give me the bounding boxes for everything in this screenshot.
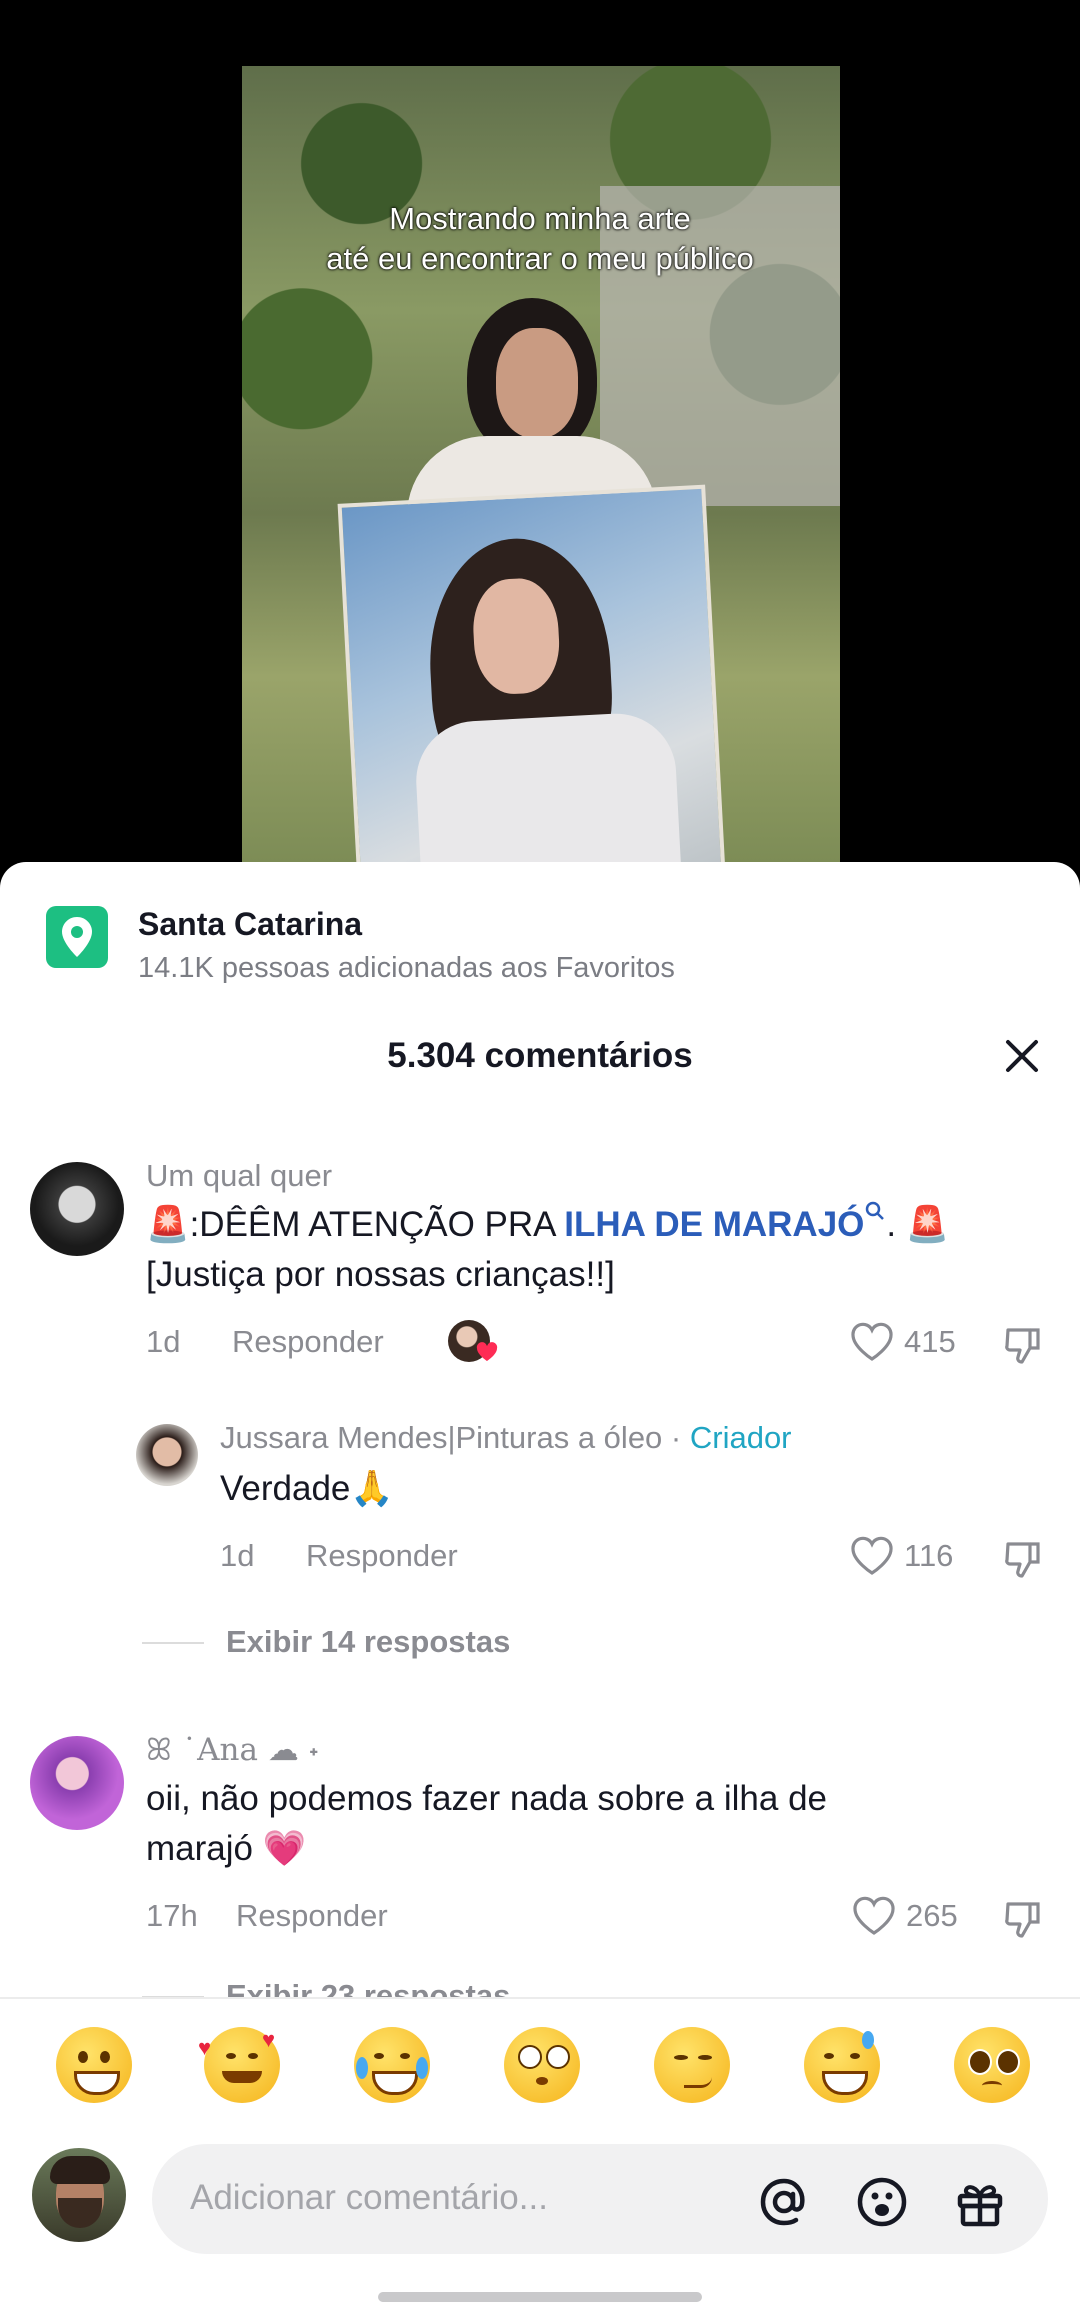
like-button[interactable]: 265: [852, 1896, 958, 1936]
home-indicator[interactable]: [378, 2292, 702, 2302]
favorites-subtitle: 14.1K pessoas adicionadas aos Favoritos: [138, 952, 675, 984]
video-caption-line-1: Mostrando minha arte: [389, 201, 691, 236]
avatar-beard: [58, 2198, 102, 2228]
heart-icon: ♥: [198, 2035, 212, 2060]
heart-badge-icon: [476, 1342, 498, 1367]
reply-username-text: Jussara Mendes|Pinturas a óleo: [220, 1420, 663, 1455]
sweat-drop-icon: [862, 2031, 874, 2049]
dislike-icon[interactable]: [1002, 1324, 1044, 1371]
like-button[interactable]: 116: [850, 1536, 953, 1576]
video-frame: [242, 66, 840, 880]
emoji-button-pleading[interactable]: [954, 2027, 1030, 2103]
search-link[interactable]: ILHA DE MARAJÓ: [564, 1205, 864, 1244]
emoji-eye: [518, 2045, 542, 2069]
heart-icon: [851, 1536, 893, 1575]
comment-composer: Adicionar comentário...: [0, 2110, 1080, 2316]
comment-input[interactable]: Adicionar comentário...: [152, 2144, 1048, 2254]
tear-icon: [416, 2057, 428, 2079]
avatar-hair: [50, 2156, 110, 2184]
emoji-eye: [674, 2055, 688, 2060]
emoji-eye: [78, 2051, 88, 2063]
like-count: 265: [906, 1898, 958, 1933]
comment-text-suffix: . 🚨: [886, 1205, 950, 1244]
emoji-mouth: [982, 2081, 1002, 2090]
close-icon[interactable]: [1002, 1036, 1042, 1076]
emoji-eye: [248, 2053, 258, 2059]
emoji-icon[interactable]: [854, 2174, 910, 2235]
heart-icon: [851, 1322, 893, 1361]
view-replies-button[interactable]: Exibir 14 respostas: [226, 1624, 510, 1660]
comment-input-placeholder: Adicionar comentário...: [190, 2178, 548, 2217]
emoji-button-flushed[interactable]: [504, 2027, 580, 2103]
divider: [142, 1642, 204, 1644]
emoji-eye: [546, 2045, 570, 2069]
video-person-face: [496, 328, 578, 438]
favorites-title: Santa Catarina: [138, 906, 363, 942]
reply-username[interactable]: Jussara Mendes|Pinturas a óleo · Criador: [220, 1420, 792, 1456]
tear-icon: [356, 2057, 368, 2079]
emoji-eye: [100, 2051, 110, 2063]
search-icon[interactable]: [864, 1201, 886, 1244]
comment-text: 🚨:DÊÊM ATENÇÃO PRA ILHA DE MARAJÓ . 🚨 [Ju…: [146, 1200, 1036, 1300]
emoji-eye: [698, 2055, 712, 2060]
comment-username[interactable]: Um qual quer: [146, 1158, 332, 1194]
comment-text-line-1: oii, não podemos fazer nada sobre a ilha…: [146, 1779, 828, 1818]
emoji-eye: [968, 2049, 992, 2075]
emoji-mouth: [684, 2077, 712, 2088]
heart-icon: [853, 1896, 895, 1935]
like-button[interactable]: 415: [850, 1322, 956, 1362]
at-icon[interactable]: [756, 2174, 812, 2235]
emoji-button-sweat-smile[interactable]: [804, 2027, 880, 2103]
emoji-eye: [400, 2053, 410, 2059]
comment-text-line-2: marajó 💗: [146, 1829, 307, 1868]
emoji-button-hearts[interactable]: ♥ ♥: [198, 2027, 280, 2103]
comment-text-line-2: [Justiça por nossas crianças!!]: [146, 1255, 615, 1294]
emoji-mouth: [74, 2071, 120, 2095]
emoji-mouth: [536, 2077, 548, 2085]
comment-username[interactable]: ꕤ ˙Ana ☁︎ ˖: [146, 1732, 319, 1769]
comment-text: oii, não podemos fazer nada sobre a ilha…: [146, 1774, 1036, 1874]
emoji-mouth: [372, 2071, 418, 2095]
video-player[interactable]: Mostrando minha arte até eu encontrar o …: [0, 0, 1080, 880]
creator-badge: Criador: [689, 1420, 792, 1455]
emoji-mouth: [822, 2071, 868, 2095]
favorites-banner[interactable]: Santa Catarina 14.1K pessoas adicionadas…: [46, 904, 675, 988]
comment-text-prefix: 🚨:DÊÊM ATENÇÃO PRA: [146, 1205, 565, 1244]
gift-icon[interactable]: [952, 2174, 1008, 2235]
emoji-button-joy[interactable]: [354, 2027, 430, 2103]
reply-button[interactable]: Responder: [236, 1898, 388, 1934]
video-caption-line-2: até eu encontrar o meu público: [326, 241, 754, 276]
emoji-mouth: [222, 2071, 262, 2083]
comment-time: 1d: [220, 1538, 255, 1573]
emoji-eye: [850, 2053, 860, 2059]
heart-icon: ♥: [262, 2027, 276, 2052]
emoji-button-smirk[interactable]: [654, 2027, 730, 2103]
comments-count: 5.304 comentários: [387, 1036, 693, 1075]
comment-time: 17h: [146, 1898, 198, 1933]
user-avatar[interactable]: [32, 2148, 126, 2242]
emoji-quick-bar: ♥ ♥: [0, 1997, 1080, 2111]
avatar[interactable]: [136, 1424, 198, 1486]
emoji-eye: [996, 2049, 1020, 2075]
video-painting: [337, 484, 727, 880]
comment-time: 1d: [146, 1324, 181, 1359]
reply-button[interactable]: Responder: [306, 1538, 458, 1574]
dislike-icon[interactable]: [1002, 1898, 1044, 1945]
avatar[interactable]: [30, 1736, 124, 1830]
emoji-button-grin[interactable]: [56, 2027, 132, 2103]
dislike-icon[interactable]: [1002, 1538, 1044, 1585]
avatar[interactable]: [30, 1162, 124, 1256]
reply-button[interactable]: Responder: [232, 1324, 384, 1360]
like-count: 415: [904, 1324, 956, 1359]
emoji-eye: [226, 2053, 236, 2059]
reply-text: Verdade🙏: [220, 1469, 394, 1508]
location-pin-icon: [46, 906, 108, 968]
emoji-eye: [824, 2053, 834, 2059]
painting-shirt: [413, 710, 683, 880]
like-count: 116: [904, 1538, 954, 1573]
emoji-eye: [374, 2053, 384, 2059]
username-separator: ·: [662, 1420, 690, 1455]
